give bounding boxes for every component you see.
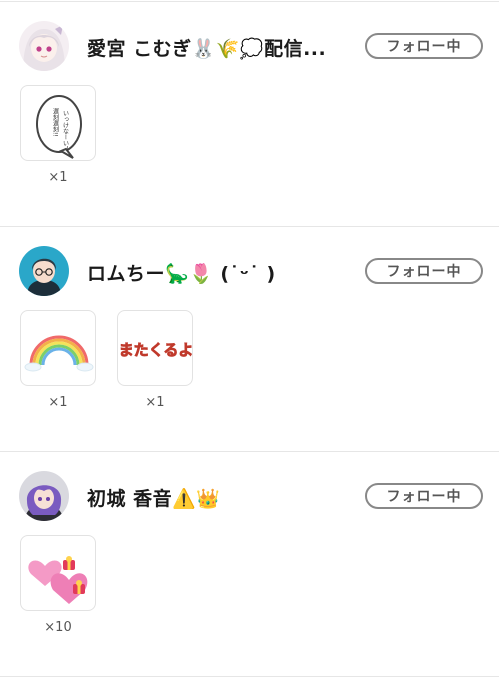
gift-item[interactable]	[20, 535, 96, 611]
section-divider	[0, 451, 499, 452]
top-divider	[0, 1, 499, 2]
follow-button[interactable]: フォロー中	[365, 33, 483, 59]
follow-button[interactable]: フォロー中	[365, 258, 483, 284]
svg-text:遅刻遅刻!!: 遅刻遅刻!!	[52, 108, 59, 137]
sticker-text: またくるよ	[119, 341, 193, 359]
gift-count: ×1	[48, 395, 68, 410]
gift-count: ×1	[48, 170, 68, 185]
gift-item[interactable]	[20, 310, 96, 386]
svg-text:いっけなーい！: いっけなーい！	[62, 110, 69, 152]
bottom-divider	[0, 676, 499, 677]
user-name[interactable]: ロムちー🦕🌷 (˙ᵕ˙ )	[87, 259, 276, 286]
gift-item[interactable]: またくるよ	[117, 310, 193, 386]
avatar[interactable]	[19, 471, 69, 521]
user-name[interactable]: 初城 香音⚠️👑	[87, 484, 220, 511]
hearts-gift-icon	[28, 556, 88, 604]
matakuruyo-sticker-icon: またくるよ	[118, 341, 193, 360]
user-name[interactable]: 愛宮 こむぎ🐰🌾💭配信...	[87, 34, 326, 61]
follow-button[interactable]: フォロー中	[365, 483, 483, 509]
speech-bubble-sticker-icon: いっけなーい！ 遅刻遅刻!!	[36, 95, 82, 159]
rainbow-icon	[24, 335, 94, 372]
avatar[interactable]	[19, 246, 69, 296]
section-divider	[0, 226, 499, 227]
gift-count: ×10	[44, 620, 72, 635]
gift-count: ×1	[145, 395, 165, 410]
gift-item[interactable]: いっけなーい！ 遅刻遅刻!!	[20, 85, 96, 161]
avatar[interactable]	[19, 21, 69, 71]
